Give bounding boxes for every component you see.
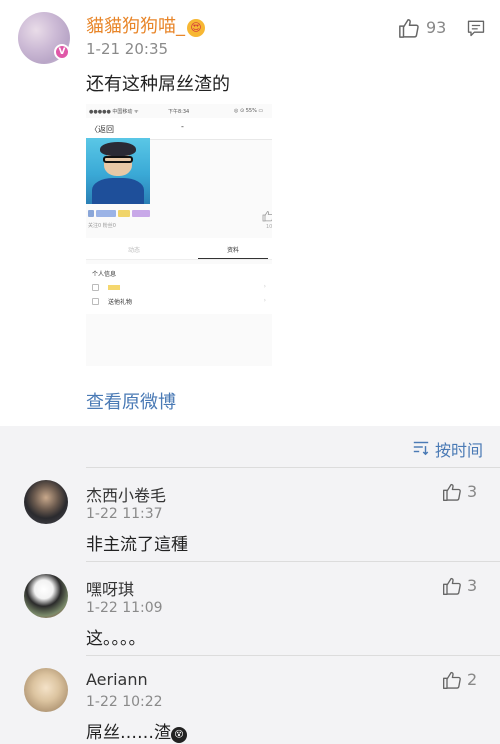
comment-item: Aeriann 1-22 10:22 屌丝……渣 😵 2 (0, 656, 500, 744)
poster-name[interactable]: 貓貓狗狗喵_ 😍 (86, 12, 205, 38)
embedded-nav-title: - (181, 122, 184, 131)
weibo-post-card: V 貓貓狗狗喵_ 😍 1-21 20:35 93 还有这种屌丝渣的 ●●●●● 中… (0, 0, 500, 426)
level-badge (108, 285, 120, 290)
embedded-nav-bar: 〈返回 - (86, 118, 272, 140)
commenter-avatar[interactable] (24, 668, 68, 712)
embedded-fans-line: 关注0 粉丝0 (88, 223, 116, 229)
embedded-info-section: 个人信息 › 送他礼物 › (86, 264, 272, 314)
embedded-back-button: 〈返回 (90, 125, 114, 134)
comment-like-count: 3 (467, 482, 478, 501)
comment-text: 非主流了這種 (86, 535, 188, 555)
comment-item: 嘿呀琪 1-22 11:09 这。。。。 3 (0, 562, 500, 656)
thumbs-up-icon[interactable] (442, 482, 462, 502)
comment-text: 这。。。。 (86, 629, 146, 649)
post-timestamp: 1-21 20:35 (86, 40, 169, 58)
embedded-clock: 下午8:34 (168, 109, 190, 115)
post-image[interactable]: ●●●●● 中国移动 ᯤ 下午8:34 ◎ ⊙ 55% ▭ 〈返回 - 关注0 … (86, 104, 272, 366)
embedded-tab-underline (198, 258, 268, 259)
commenter-name[interactable]: 杰西小卷毛 (86, 482, 166, 506)
gift-label: 送他礼物 (108, 299, 133, 306)
comment-text-body: 屌丝……渣 (86, 723, 171, 743)
sort-icon[interactable] (412, 438, 430, 456)
embedded-status-bar: ●●●●● 中国移动 ᯤ 下午8:34 ◎ ⊙ 55% ▭ (86, 104, 272, 118)
commenter-name[interactable]: Aeriann (86, 670, 148, 689)
post-like-count: 93 (426, 18, 447, 37)
comment-timestamp: 1-22 11:09 (86, 600, 163, 616)
chevron-right-icon: › (263, 297, 266, 304)
chevron-right-icon: › (263, 283, 266, 290)
embedded-carrier: ●●●●● 中国移动 ᯤ (89, 109, 139, 115)
post-text: 还有这种屌丝渣的 (86, 74, 230, 95)
commenter-avatar[interactable] (24, 574, 68, 618)
embedded-tab-profile: 资料 (227, 247, 240, 254)
thumbs-up-icon[interactable] (398, 17, 420, 39)
gift-icon (92, 298, 99, 305)
comment-like-count: 2 (467, 670, 478, 689)
poster-name-text: 貓貓狗狗喵_ (86, 16, 185, 37)
embedded-like-count: 10 (266, 224, 272, 230)
embedded-section-title: 个人信息 (92, 271, 117, 278)
embedded-thumbs-up-icon (262, 211, 272, 222)
dizzy-face-emoji-icon: 😵 (171, 727, 187, 743)
sort-by-time-button[interactable]: 按时间 (435, 437, 483, 461)
thumbs-up-icon[interactable] (442, 576, 462, 596)
embedded-battery: ◎ ⊙ 55% ▭ (234, 108, 264, 114)
chart-icon (92, 284, 99, 291)
commenter-name[interactable]: 嘿呀琪 (86, 576, 134, 600)
thumbs-up-icon[interactable] (442, 670, 462, 690)
commenter-avatar[interactable] (24, 480, 68, 524)
comment-like-count: 3 (467, 576, 478, 595)
embedded-row-gift: 送他礼物 › (92, 296, 268, 310)
comment-icon[interactable] (466, 18, 486, 38)
comment-timestamp: 1-22 11:37 (86, 506, 163, 522)
verified-badge-icon: V (54, 44, 70, 60)
embedded-tabs: 动态 资料 (86, 238, 272, 260)
embedded-tab-feed: 动态 (128, 247, 141, 254)
comment-timestamp: 1-22 10:22 (86, 694, 163, 710)
embedded-profile-photo (86, 138, 150, 204)
embedded-row-level: › (92, 282, 268, 296)
comment-text: 屌丝……渣 😵 (86, 718, 187, 743)
heart-eyes-emoji-icon: 😍 (187, 19, 205, 37)
comment-item: 杰西小卷毛 1-22 11:37 非主流了這種 3 (0, 468, 500, 562)
view-original-link[interactable]: 查看原微博 (86, 388, 176, 414)
